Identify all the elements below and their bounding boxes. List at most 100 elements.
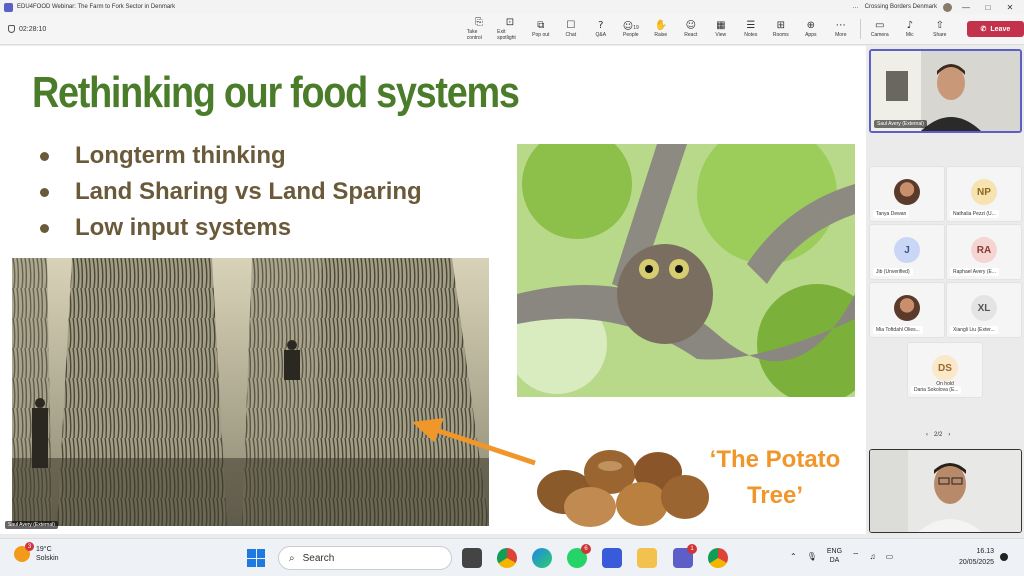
- tool-label: Raise: [654, 32, 668, 38]
- tool-share[interactable]: ⇧ Share: [925, 14, 955, 45]
- bullet-dot: [40, 151, 49, 161]
- chrome-profile-icon[interactable]: [708, 548, 728, 568]
- tool-label: Chat: [565, 32, 577, 38]
- windows-start-icon[interactable]: [247, 549, 265, 567]
- mic-icon: ♪: [906, 20, 913, 31]
- avatar: RA: [971, 237, 997, 263]
- main-speaker-video[interactable]: Saul Avery (External): [869, 49, 1022, 133]
- participant-tile[interactable]: DS On hold Daria Sokolova (E...: [907, 342, 983, 398]
- slide-bullets: Longterm thinking Land Sharing vs Land S…: [40, 138, 422, 246]
- taskbar: 3 19°C Solskin ⌕ Search 6 1 ⌃ 🎙 ENG DA ⌔…: [0, 538, 1024, 576]
- account-avatar[interactable]: [943, 2, 952, 12]
- chestnuts-photo: [537, 450, 709, 527]
- tool-more[interactable]: ⋯ More: [826, 14, 856, 45]
- participant-tile[interactable]: J Jib (Unverified): [869, 224, 945, 280]
- volume-icon[interactable]: ♫: [870, 552, 876, 561]
- media-controls: ▭ Camera ♪ Mic ⇧ Share: [865, 14, 955, 45]
- tool-label: Take control: [466, 29, 482, 41]
- bullet-dot: [40, 187, 49, 197]
- participant-tile[interactable]: NP Nathalia Pezzi (U...: [946, 166, 1022, 222]
- minimize-button[interactable]: —: [958, 3, 974, 12]
- lang-top: ENG: [826, 548, 843, 555]
- participant-name: Tanya Dewan: [873, 210, 910, 218]
- tool-chat[interactable]: ☐ Chat: [556, 14, 586, 45]
- tool-rooms[interactable]: ⊞ Rooms: [766, 14, 796, 45]
- maximize-button[interactable]: □: [980, 3, 996, 12]
- language-indicator[interactable]: ENG DA: [827, 547, 842, 565]
- taskbar-clock[interactable]: 16.13 20/05/2025: [938, 546, 994, 568]
- participant-tile[interactable]: XL Xiangli Liu (Exter...: [946, 282, 1022, 338]
- bullet-item: Low input systems: [40, 210, 422, 246]
- tool-label: Mic: [905, 32, 914, 38]
- shared-screen: Rethinking our food systems Longterm thi…: [0, 46, 866, 534]
- weather-location: Solskin: [36, 555, 59, 562]
- tool-raise[interactable]: ✋ Raise: [646, 14, 676, 45]
- tool-label: Notes: [744, 32, 758, 38]
- tool-react[interactable]: ☺ React: [676, 14, 706, 45]
- view-icon: ▦: [716, 20, 726, 31]
- people-icon: ☺: [622, 20, 634, 32]
- participant-name: Raphael Avery (E...: [950, 268, 999, 276]
- tool-exit-spotlight[interactable]: ⊡ Exit spotlight: [494, 14, 526, 45]
- rooms-icon: ⊞: [776, 20, 785, 31]
- potato-label-line: Tree’: [746, 482, 804, 509]
- taskbar-search[interactable]: ⌕ Search: [278, 546, 452, 570]
- whatsapp-icon[interactable]: 6: [567, 544, 591, 568]
- bullet-text: Longterm thinking: [75, 142, 286, 169]
- tool-notes[interactable]: ☰ Notes: [736, 14, 766, 45]
- react-icon: ☺: [685, 20, 697, 31]
- phone-icon: ✆: [980, 26, 987, 33]
- clock-date: 20/05/2025: [958, 559, 994, 566]
- chevron-right-icon[interactable]: ›: [948, 432, 950, 438]
- weather-widget[interactable]: 3 19°C Solskin: [14, 542, 59, 563]
- tool-label: Camera: [870, 32, 889, 38]
- participant-name: Nathalia Pezzi (U...: [950, 210, 999, 218]
- participant-name: Daria Sokolova (E...: [911, 386, 962, 394]
- task-view-icon[interactable]: [462, 548, 482, 568]
- tool-apps[interactable]: ⊕ Apps: [796, 14, 826, 45]
- take-control-icon: ⎘: [474, 17, 483, 28]
- notifications-icon[interactable]: [1000, 553, 1008, 561]
- close-button[interactable]: ✕: [1002, 3, 1018, 12]
- bullet-dot: [40, 223, 49, 233]
- meeting-tools: ⎘ Take control ⊡ Exit spotlight ⧉ Pop out ☐ Cha…: [464, 14, 856, 45]
- chevron-left-icon[interactable]: ‹: [926, 432, 928, 438]
- tool-label: People: [623, 31, 639, 38]
- avatar: DS: [932, 355, 958, 381]
- tool-take-control[interactable]: ⎘ Take control: [464, 14, 494, 45]
- tool-label: Share: [933, 32, 947, 38]
- tool-view[interactable]: ▦ View: [706, 14, 736, 45]
- participant-pager: ‹ 2/2 ›: [926, 432, 950, 438]
- tool-mic[interactable]: ♪ Mic: [895, 14, 925, 45]
- battery-icon[interactable]: ▭: [886, 552, 894, 561]
- teams-icon[interactable]: 1: [673, 544, 697, 568]
- window-more-button[interactable]: …: [853, 4, 859, 10]
- edge-icon[interactable]: [532, 548, 552, 568]
- file-explorer-icon[interactable]: [637, 548, 657, 568]
- tool-q-a[interactable]: ? Q&A: [586, 14, 616, 45]
- window-title: EDU4FOOD Webinar: The Farm to Fork Secto…: [17, 4, 176, 10]
- teams-badge: 1: [687, 544, 697, 554]
- chevron-up-icon[interactable]: ⌃: [790, 552, 797, 561]
- participant-name: Xiangli Liu (Exter...: [950, 326, 998, 334]
- avatar: [894, 179, 920, 205]
- chestnut-trees-photo: [12, 258, 489, 526]
- sun-icon: 3: [14, 542, 34, 562]
- leave-button[interactable]: ✆ Leave: [966, 21, 1024, 37]
- participant-tile[interactable]: Tanya Dewan: [869, 166, 945, 222]
- self-video[interactable]: [869, 449, 1022, 533]
- copilot-icon[interactable]: [602, 548, 622, 568]
- teams-app-icon: [4, 2, 13, 12]
- wifi-icon[interactable]: ⌔: [852, 551, 860, 561]
- participant-tile[interactable]: Mia Toftdahl Olies...: [869, 282, 945, 338]
- tool-people[interactable]: ☺19 People: [616, 14, 646, 45]
- tool-label: Q&A: [595, 32, 607, 38]
- tool-pop-out[interactable]: ⧉ Pop out: [526, 14, 556, 45]
- leave-label: Leave: [990, 25, 1011, 33]
- chrome-icon[interactable]: [497, 548, 517, 568]
- raise-hand-icon: ✋: [654, 20, 668, 31]
- tool-camera[interactable]: ▭ Camera: [865, 14, 895, 45]
- participant-tile[interactable]: RA Raphael Avery (E...: [946, 224, 1022, 280]
- people-icon-row: ☺19: [623, 21, 639, 32]
- mic-muted-icon[interactable]: 🎙: [807, 552, 817, 561]
